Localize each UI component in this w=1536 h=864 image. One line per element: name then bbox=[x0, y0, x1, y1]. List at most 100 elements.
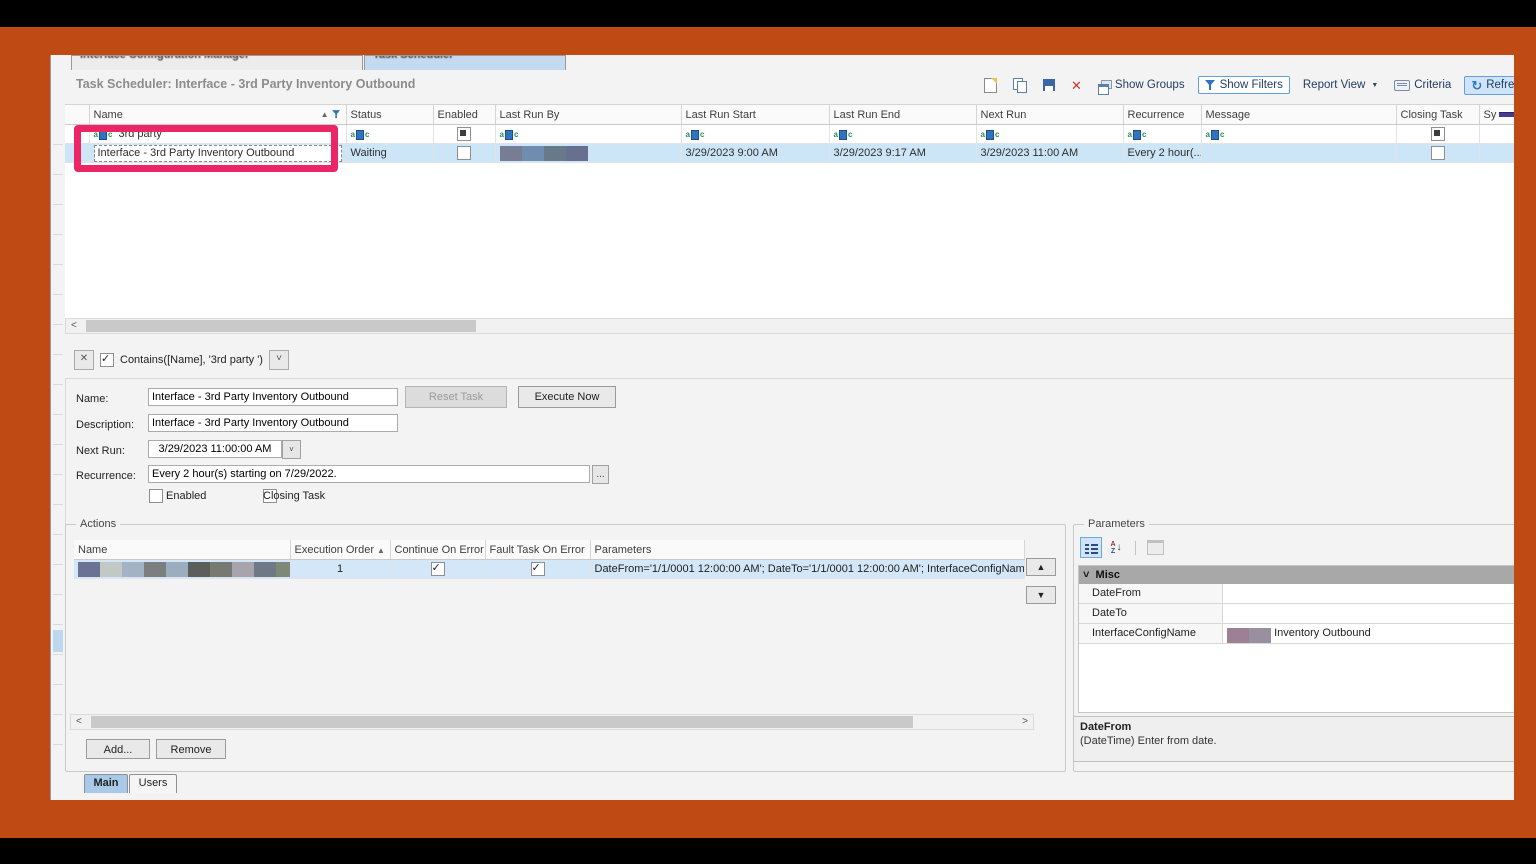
filter-cell-message[interactable]: ac bbox=[1201, 125, 1396, 144]
task-enabled-cell[interactable] bbox=[433, 144, 495, 163]
column-header-status[interactable]: Status bbox=[346, 105, 433, 125]
continue-on-error-checkbox[interactable] bbox=[431, 562, 445, 576]
column-header-redacted: Sy bbox=[1479, 105, 1514, 125]
recurrence-browse-button[interactable]: ... bbox=[592, 465, 609, 484]
new-task-button[interactable] bbox=[981, 76, 1000, 95]
name-input[interactable] bbox=[148, 388, 398, 406]
column-header-last-run-start[interactable]: Last Run Start bbox=[681, 105, 829, 125]
sort-alphabetical-button[interactable]: AZ↓ bbox=[1105, 537, 1127, 558]
abc-filter-icon: ac bbox=[1206, 130, 1225, 140]
property-row-dateto[interactable]: DateTo bbox=[1079, 604, 1514, 624]
tab-main[interactable]: Main bbox=[84, 774, 128, 793]
description-input[interactable] bbox=[148, 414, 398, 432]
sort-ascending-icon: ▲ bbox=[377, 546, 385, 555]
save-button[interactable] bbox=[1040, 77, 1058, 93]
actions-column-parameters[interactable]: Parameters bbox=[590, 540, 1024, 560]
next-run-label: Next Run: bbox=[76, 445, 125, 457]
filter-cell-enabled[interactable] bbox=[433, 125, 495, 144]
move-down-button[interactable]: ▼ bbox=[1026, 586, 1056, 604]
scrollbar-thumb[interactable] bbox=[86, 320, 476, 332]
property-value[interactable]: Inventory Outbound bbox=[1223, 624, 1514, 643]
refresh-button[interactable]: ↻ Refresh bbox=[1464, 76, 1514, 95]
task-grid-hscrollbar[interactable]: < bbox=[65, 318, 1514, 334]
task-status-cell: Waiting bbox=[346, 144, 433, 163]
column-header-name[interactable]: Name ▲ bbox=[89, 105, 346, 125]
property-row-interfaceconfigname[interactable]: InterfaceConfigName Inventory Outbound bbox=[1079, 624, 1514, 644]
scroll-left-arrow[interactable]: < bbox=[68, 319, 80, 332]
criteria-button[interactable]: Criteria bbox=[1391, 77, 1454, 93]
column-header-message[interactable]: Message bbox=[1201, 105, 1396, 125]
abc-filter-icon: ac bbox=[351, 130, 370, 140]
task-closing-task-cell[interactable] bbox=[1396, 144, 1479, 163]
actions-column-execution-order[interactable]: Execution Order ▲ bbox=[290, 540, 390, 560]
property-grid: ˅ Misc DateFrom DateTo InterfaceConfigNa… bbox=[1078, 565, 1514, 713]
filter-cell-status[interactable]: ac bbox=[346, 125, 433, 144]
next-run-dropdown-button[interactable]: ˅ bbox=[282, 440, 301, 459]
tab-interface-configuration-manager[interactable]: Interface Configuration Manager bbox=[71, 55, 363, 70]
column-header-last-run-by[interactable]: Last Run By bbox=[495, 105, 681, 125]
fault-task-on-error-checkbox[interactable] bbox=[531, 562, 545, 576]
name-label: Name: bbox=[76, 393, 108, 405]
filter-funnel-icon bbox=[1205, 80, 1216, 91]
actions-hscrollbar[interactable]: < > bbox=[70, 714, 1034, 730]
copy-task-button[interactable] bbox=[1010, 76, 1030, 94]
report-view-dropdown[interactable]: Report View ▼ bbox=[1300, 77, 1381, 93]
show-groups-button[interactable]: Show Groups bbox=[1095, 77, 1188, 93]
parameters-toolbar: AZ↓ bbox=[1080, 537, 1166, 558]
property-value[interactable] bbox=[1223, 584, 1514, 603]
closing-task-checkbox[interactable] bbox=[1431, 146, 1445, 160]
show-filters-button[interactable]: Show Filters bbox=[1198, 76, 1290, 94]
task-message-cell bbox=[1201, 144, 1396, 163]
column-filter-icon[interactable] bbox=[332, 110, 341, 119]
tab-label: Interface Configuration Manager bbox=[72, 55, 362, 61]
filter-cell-closing-task[interactable] bbox=[1396, 125, 1479, 144]
property-value[interactable] bbox=[1223, 604, 1514, 623]
property-row-datefrom[interactable]: DateFrom bbox=[1079, 584, 1514, 604]
action-row-selected[interactable]: 1 DateFrom='1/1/0001 12:00:00 AM'; DateT… bbox=[74, 560, 1024, 579]
indeterminate-checkbox[interactable] bbox=[1431, 127, 1445, 141]
tab-task-scheduler[interactable]: Task Scheduler bbox=[364, 55, 566, 70]
actions-column-name[interactable]: Name bbox=[74, 540, 290, 560]
filter-cell-recurrence[interactable]: ac bbox=[1123, 125, 1201, 144]
add-action-button[interactable]: Add... bbox=[86, 739, 150, 759]
enabled-checkbox[interactable] bbox=[457, 146, 471, 160]
delete-button[interactable]: ✕ bbox=[1068, 77, 1085, 94]
indeterminate-checkbox[interactable] bbox=[457, 127, 471, 141]
recurrence-input[interactable] bbox=[148, 465, 590, 483]
filter-cell-last-run-end[interactable]: ac bbox=[829, 125, 976, 144]
criteria-icon bbox=[1394, 80, 1410, 91]
column-header-recurrence[interactable]: Recurrence bbox=[1123, 105, 1201, 125]
filter-expression[interactable]: Contains([Name], '3rd party ') bbox=[120, 354, 263, 366]
column-header-closing-task[interactable]: Closing Task bbox=[1396, 105, 1479, 125]
filter-cell-last-run-start[interactable]: ac bbox=[681, 125, 829, 144]
filter-cell-next-run[interactable]: ac bbox=[976, 125, 1123, 144]
column-header-next-run[interactable]: Next Run bbox=[976, 105, 1123, 125]
tab-users[interactable]: Users bbox=[129, 774, 177, 793]
property-description-text: (DateTime) Enter from date. bbox=[1080, 735, 1511, 747]
execute-now-button[interactable]: Execute Now bbox=[518, 386, 616, 408]
action-continue-on-error-cell[interactable] bbox=[390, 560, 485, 579]
property-category-misc[interactable]: ˅ Misc bbox=[1079, 566, 1514, 584]
abc-filter-icon: ac bbox=[686, 130, 705, 140]
actions-column-continue-on-error[interactable]: Continue On Error bbox=[390, 540, 485, 560]
task-last-run-end-cell: 3/29/2023 9:17 AM bbox=[829, 144, 976, 163]
refresh-icon: ↻ bbox=[1471, 79, 1482, 92]
filter-close-button[interactable]: ✕ bbox=[74, 350, 94, 370]
parameters-group-label: Parameters bbox=[1084, 518, 1149, 530]
actions-group-label: Actions bbox=[76, 518, 120, 530]
actions-column-fault-task-on-error[interactable]: Fault Task On Error bbox=[485, 540, 590, 560]
filter-cell-last-run-by[interactable]: ac bbox=[495, 125, 681, 144]
scrollbar-thumb[interactable] bbox=[91, 716, 913, 728]
filter-dropdown-button[interactable]: ˅ bbox=[269, 350, 289, 370]
scroll-right-arrow[interactable]: > bbox=[1019, 715, 1031, 728]
filter-enabled-checkbox[interactable] bbox=[100, 353, 114, 367]
enabled-checkbox[interactable] bbox=[149, 489, 163, 503]
scroll-left-arrow[interactable]: < bbox=[73, 715, 85, 728]
categorized-view-button[interactable] bbox=[1080, 537, 1102, 558]
column-header-enabled[interactable]: Enabled bbox=[433, 105, 495, 125]
action-fault-task-on-error-cell[interactable] bbox=[485, 560, 590, 579]
column-header-last-run-end[interactable]: Last Run End bbox=[829, 105, 976, 125]
move-up-button[interactable]: ▲ bbox=[1026, 558, 1056, 576]
remove-action-button[interactable]: Remove bbox=[156, 739, 226, 759]
next-run-input[interactable] bbox=[148, 440, 282, 458]
